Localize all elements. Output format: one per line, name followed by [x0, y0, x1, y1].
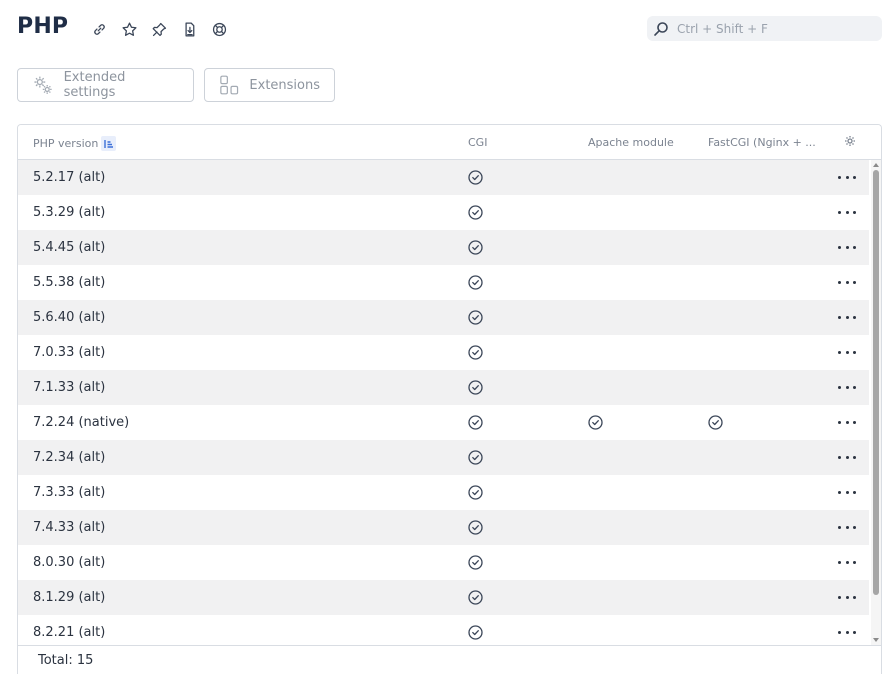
php-version-cell: 7.4.33 (alt): [33, 520, 106, 535]
cgi-enabled-check-icon: [468, 625, 483, 640]
row-actions-more-icon[interactable]: [838, 240, 856, 255]
extensions-icon: [220, 75, 239, 95]
row-actions-more-icon[interactable]: [838, 520, 856, 535]
row-actions-more-icon[interactable]: [838, 345, 856, 360]
scroll-down-arrow-icon[interactable]: [873, 638, 879, 642]
table-header: PHP version CGI Apache module FastCGI (N…: [18, 125, 881, 160]
extensions-button[interactable]: Extensions: [204, 68, 335, 102]
row-actions-more-icon[interactable]: [838, 625, 856, 640]
link-icon[interactable]: [89, 19, 109, 39]
cgi-enabled-check-icon: [468, 450, 483, 465]
table-row[interactable]: 7.4.33 (alt): [18, 510, 869, 545]
table-row[interactable]: 5.2.17 (alt): [18, 160, 869, 195]
title-actions: [89, 19, 229, 39]
extended-settings-label: Extended settings: [63, 70, 126, 100]
table-row[interactable]: 8.1.29 (alt): [18, 580, 869, 615]
export-icon[interactable]: [179, 19, 199, 39]
extended-settings-button[interactable]: Extended settings: [17, 68, 194, 102]
php-version-cell: 5.3.29 (alt): [33, 205, 106, 220]
table-row[interactable]: 7.3.33 (alt): [18, 475, 869, 510]
cgi-enabled-check-icon: [468, 555, 483, 570]
php-version-cell: 8.1.29 (alt): [33, 590, 106, 605]
pin-icon[interactable]: [149, 19, 169, 39]
column-header-cgi[interactable]: CGI: [468, 136, 487, 149]
page-title: PHP: [17, 14, 69, 39]
php-version-cell: 5.5.38 (alt): [33, 275, 106, 290]
search-icon: [654, 21, 668, 36]
row-actions-more-icon[interactable]: [838, 590, 856, 605]
table-row[interactable]: 5.4.45 (alt): [18, 230, 869, 265]
star-icon[interactable]: [119, 19, 139, 39]
cgi-enabled-check-icon: [468, 275, 483, 290]
cgi-enabled-check-icon: [468, 345, 483, 360]
php-version-cell: 5.4.45 (alt): [33, 240, 106, 255]
php-version-cell: 8.2.21 (alt): [33, 625, 106, 640]
total-count: Total: 15: [38, 653, 94, 668]
php-version-cell: 7.1.33 (alt): [33, 380, 106, 395]
php-version-cell: 8.0.30 (alt): [33, 555, 106, 570]
row-actions-more-icon[interactable]: [838, 450, 856, 465]
scroll-up-arrow-icon[interactable]: [873, 163, 879, 167]
search-box[interactable]: [647, 16, 882, 41]
php-version-cell: 5.2.17 (alt): [33, 170, 106, 185]
table-row[interactable]: 8.0.30 (alt): [18, 545, 869, 580]
table-row[interactable]: 5.6.40 (alt): [18, 300, 869, 335]
table-row[interactable]: 8.2.21 (alt): [18, 615, 869, 645]
row-actions-more-icon[interactable]: [838, 485, 856, 500]
table-row[interactable]: 7.0.33 (alt): [18, 335, 869, 370]
cgi-enabled-check-icon: [468, 380, 483, 395]
row-actions-more-icon[interactable]: [838, 310, 856, 325]
table-body: 5.2.17 (alt) 5.3.29 (alt) 5.4.45 (alt) 5.5.…: [18, 160, 869, 645]
cgi-enabled-check-icon: [468, 590, 483, 605]
table-footer: Total: 15: [18, 645, 881, 674]
cgi-enabled-check-icon: [468, 415, 483, 430]
cgi-enabled-check-icon: [468, 240, 483, 255]
php-version-cell: 5.6.40 (alt): [33, 310, 106, 325]
row-actions-more-icon[interactable]: [838, 275, 856, 290]
cgi-enabled-check-icon: [468, 205, 483, 220]
php-version-cell: 7.3.33 (alt): [33, 485, 106, 500]
sort-icon[interactable]: [101, 136, 117, 151]
help-icon[interactable]: [209, 19, 229, 39]
vertical-scrollbar[interactable]: [871, 160, 881, 645]
fastcgi-enabled-check-icon: [708, 415, 723, 430]
column-header-php-version[interactable]: PHP version: [33, 136, 117, 151]
apache-enabled-check-icon: [588, 415, 603, 430]
row-actions-more-icon[interactable]: [838, 415, 856, 430]
cgi-enabled-check-icon: [468, 485, 483, 500]
table-row[interactable]: 5.5.38 (alt): [18, 265, 869, 300]
column-header-fastcgi[interactable]: FastCGI (Nginx + ...: [708, 136, 816, 149]
scrollbar-thumb[interactable]: [873, 170, 879, 595]
row-actions-more-icon[interactable]: [838, 205, 856, 220]
extensions-label: Extensions: [249, 77, 320, 93]
php-version-cell: 7.2.24 (native): [33, 415, 130, 430]
cgi-enabled-check-icon: [468, 520, 483, 535]
column-header-apache-module[interactable]: Apache module: [588, 136, 674, 149]
column-header-php-version-label: PHP version: [33, 137, 99, 150]
row-actions-more-icon[interactable]: [838, 170, 856, 185]
table-row[interactable]: 5.3.29 (alt): [18, 195, 869, 230]
search-input[interactable]: [677, 21, 872, 36]
row-actions-more-icon[interactable]: [838, 380, 856, 395]
table-row[interactable]: 7.2.34 (alt): [18, 440, 869, 475]
cgi-enabled-check-icon: [468, 310, 483, 325]
gears-icon: [34, 76, 52, 94]
table-row[interactable]: 7.2.24 (native): [18, 405, 869, 440]
cgi-enabled-check-icon: [468, 170, 483, 185]
php-versions-table: PHP version CGI Apache module FastCGI (N…: [17, 124, 882, 674]
php-version-cell: 7.0.33 (alt): [33, 345, 106, 360]
row-actions-more-icon[interactable]: [838, 555, 856, 570]
php-version-cell: 7.2.34 (alt): [33, 450, 106, 465]
column-settings-gear-icon[interactable]: [844, 135, 858, 149]
table-row[interactable]: 7.1.33 (alt): [18, 370, 869, 405]
